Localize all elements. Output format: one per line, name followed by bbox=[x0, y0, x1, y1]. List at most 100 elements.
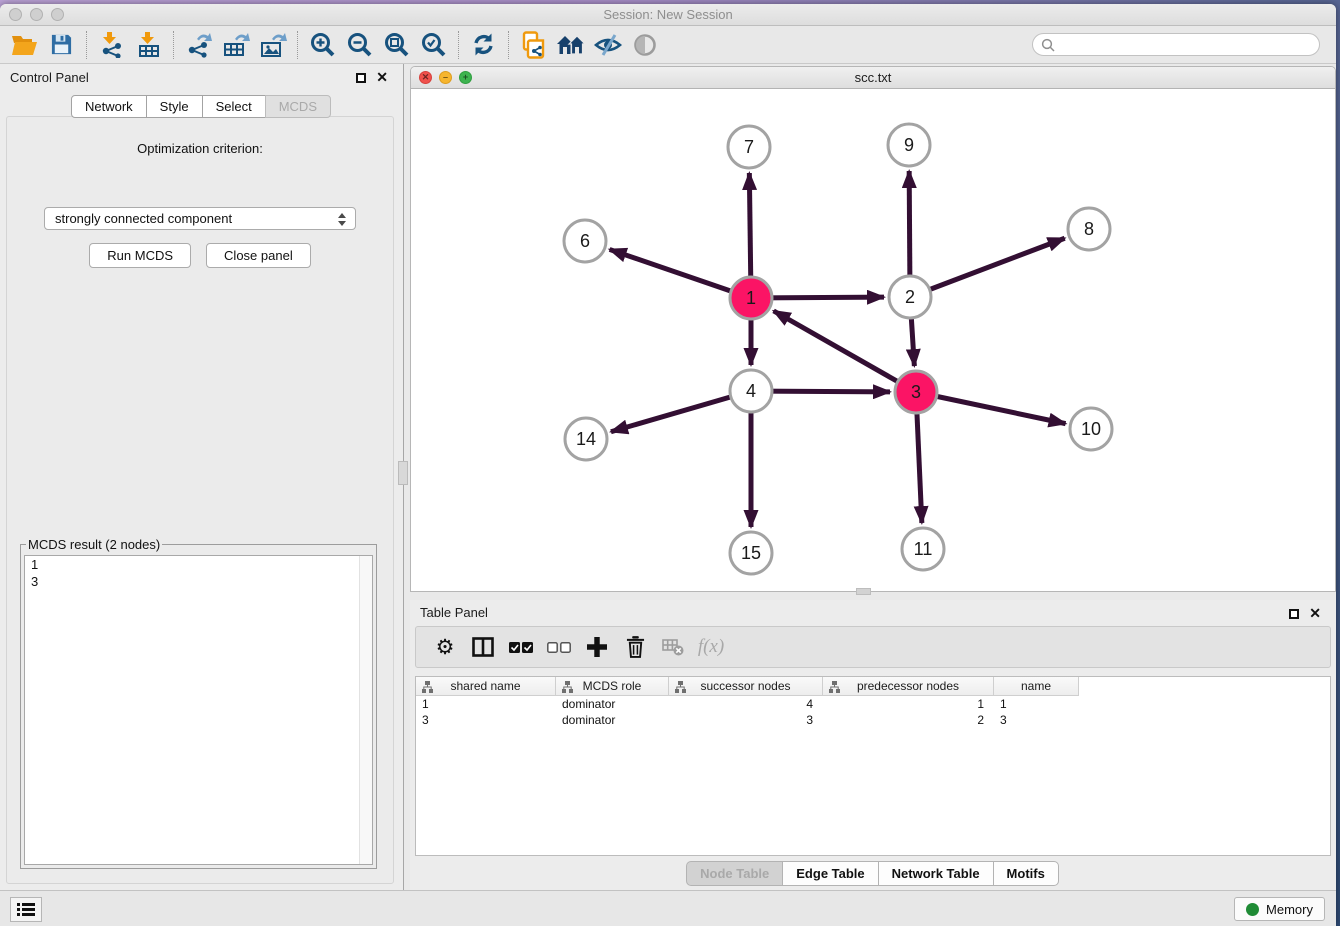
tab-mcds[interactable]: MCDS bbox=[265, 95, 331, 118]
export-network-icon[interactable] bbox=[180, 29, 217, 61]
network-title: scc.txt bbox=[855, 70, 892, 85]
run-mcds-button[interactable]: Run MCDS bbox=[89, 243, 191, 268]
mcds-result-title: MCDS result (2 nodes) bbox=[26, 537, 162, 552]
hide-all-columns-icon[interactable] bbox=[540, 629, 578, 665]
close-panel-button[interactable]: Close panel bbox=[206, 243, 311, 268]
table-cell[interactable]: 1 bbox=[994, 696, 1079, 712]
toggle-column-panel-icon[interactable] bbox=[464, 629, 502, 665]
tab-network[interactable]: Network bbox=[71, 95, 147, 118]
zoom-out-icon[interactable] bbox=[341, 29, 378, 61]
status-bar: Memory bbox=[0, 890, 1336, 926]
column-header-mcds-role[interactable]: MCDS role bbox=[556, 677, 669, 696]
refresh-network-icon[interactable] bbox=[465, 29, 502, 61]
node-label-4: 4 bbox=[746, 381, 756, 401]
delete-table-icon bbox=[654, 629, 692, 665]
mcds-result-group: MCDS result (2 nodes) 13 bbox=[20, 537, 377, 869]
memory-button-label: Memory bbox=[1266, 902, 1313, 917]
memory-button[interactable]: Memory bbox=[1234, 897, 1325, 921]
show-all-columns-icon[interactable] bbox=[502, 629, 540, 665]
close-network-icon[interactable]: ✕ bbox=[419, 71, 432, 84]
table-toolbar: ⚙ f(x) bbox=[415, 626, 1331, 668]
window-controls bbox=[9, 8, 64, 21]
table-row[interactable]: 1dominator411 bbox=[416, 696, 1330, 712]
toolbar-separator bbox=[297, 31, 298, 59]
minimize-network-icon[interactable]: – bbox=[439, 71, 452, 84]
tab-edge-table[interactable]: Edge Table bbox=[782, 861, 878, 886]
column-header-predecessor-nodes[interactable]: predecessor nodes bbox=[823, 677, 994, 696]
table-cell[interactable]: dominator bbox=[556, 712, 669, 728]
edge-2-8[interactable] bbox=[910, 238, 1065, 297]
tab-style[interactable]: Style bbox=[146, 95, 203, 118]
table-cell[interactable]: 3 bbox=[994, 712, 1079, 728]
delete-column-icon[interactable] bbox=[616, 629, 654, 665]
memory-status-icon bbox=[1246, 903, 1259, 916]
criterion-select-value: strongly connected component bbox=[55, 211, 232, 226]
close-window-button[interactable] bbox=[9, 8, 22, 21]
network-canvas[interactable]: 7968124314101511 bbox=[411, 89, 1335, 592]
hide-graphics-details-icon[interactable] bbox=[589, 29, 626, 61]
save-session-icon[interactable] bbox=[43, 29, 80, 61]
list-icon bbox=[17, 902, 35, 917]
control-panel-tabs: NetworkStyleSelectMCDS bbox=[0, 95, 403, 118]
network-view-frame: ✕ – + scc.txt 7968124314101511 bbox=[410, 66, 1336, 592]
network-graph[interactable]: 7968124314101511 bbox=[411, 89, 1335, 592]
edge-3-1[interactable] bbox=[774, 311, 916, 392]
session-home-icon[interactable] bbox=[552, 29, 589, 61]
mcds-result-list[interactable]: 13 bbox=[24, 555, 373, 865]
tab-node-table[interactable]: Node Table bbox=[686, 861, 783, 886]
table-cell[interactable]: 1 bbox=[416, 696, 556, 712]
node-table-header: shared nameMCDS rolesuccessor nodesprede… bbox=[416, 677, 1330, 696]
close-panel-icon[interactable]: ✕ bbox=[376, 72, 388, 83]
node-label-14: 14 bbox=[576, 429, 596, 449]
minimize-window-button[interactable] bbox=[30, 8, 43, 21]
tab-network-table[interactable]: Network Table bbox=[878, 861, 994, 886]
horizontal-splitter-grip[interactable] bbox=[856, 588, 871, 595]
column-header-name[interactable]: name bbox=[994, 677, 1079, 696]
copy-style-icon[interactable] bbox=[515, 29, 552, 61]
search-field-wrap bbox=[1032, 33, 1320, 56]
zoom-in-icon[interactable] bbox=[304, 29, 341, 61]
float-panel-icon[interactable] bbox=[356, 73, 366, 83]
vertical-splitter-grip[interactable] bbox=[398, 461, 408, 485]
optimization-criterion-label: Optimization criterion: bbox=[7, 141, 393, 156]
control-panel-title: Control Panel bbox=[10, 70, 89, 85]
tab-select[interactable]: Select bbox=[202, 95, 266, 118]
export-image-icon[interactable] bbox=[254, 29, 291, 61]
maximize-network-icon[interactable]: + bbox=[459, 71, 472, 84]
task-history-button[interactable] bbox=[10, 897, 42, 922]
close-table-panel-icon[interactable]: ✕ bbox=[1309, 608, 1321, 619]
criterion-select[interactable]: strongly connected component bbox=[44, 207, 356, 230]
main-toolbar bbox=[0, 26, 1336, 64]
result-item[interactable]: 1 bbox=[25, 556, 372, 573]
table-cell[interactable]: 2 bbox=[823, 712, 994, 728]
table-row[interactable]: 3dominator323 bbox=[416, 712, 1330, 728]
float-table-panel-icon[interactable] bbox=[1289, 609, 1299, 619]
column-header-shared-name[interactable]: shared name bbox=[416, 677, 556, 696]
show-graphics-details-icon[interactable] bbox=[626, 29, 663, 61]
import-table-icon[interactable] bbox=[130, 29, 167, 61]
node-label-3: 3 bbox=[911, 382, 921, 402]
search-input[interactable] bbox=[1032, 33, 1320, 56]
maximize-window-button[interactable] bbox=[51, 8, 64, 21]
table-cell[interactable]: dominator bbox=[556, 696, 669, 712]
table-cell[interactable]: 1 bbox=[823, 696, 994, 712]
result-scrollbar[interactable] bbox=[359, 556, 372, 864]
zoom-selected-icon[interactable] bbox=[415, 29, 452, 61]
open-session-icon[interactable] bbox=[6, 29, 43, 61]
table-cell[interactable]: 4 bbox=[669, 696, 823, 712]
tab-motifs[interactable]: Motifs bbox=[993, 861, 1059, 886]
node-table[interactable]: shared nameMCDS rolesuccessor nodesprede… bbox=[415, 676, 1331, 856]
node-label-9: 9 bbox=[904, 135, 914, 155]
add-column-icon[interactable] bbox=[578, 629, 616, 665]
result-item[interactable]: 3 bbox=[25, 573, 372, 590]
column-header-successor-nodes[interactable]: successor nodes bbox=[669, 677, 823, 696]
edge-3-10[interactable] bbox=[916, 392, 1066, 424]
search-icon bbox=[1041, 38, 1055, 57]
table-settings-icon[interactable]: ⚙ bbox=[426, 629, 464, 665]
zoom-fit-icon[interactable] bbox=[378, 29, 415, 61]
export-table-icon[interactable] bbox=[217, 29, 254, 61]
import-network-icon[interactable] bbox=[93, 29, 130, 61]
table-cell[interactable]: 3 bbox=[416, 712, 556, 728]
table-cell[interactable]: 3 bbox=[669, 712, 823, 728]
node-label-7: 7 bbox=[744, 137, 754, 157]
